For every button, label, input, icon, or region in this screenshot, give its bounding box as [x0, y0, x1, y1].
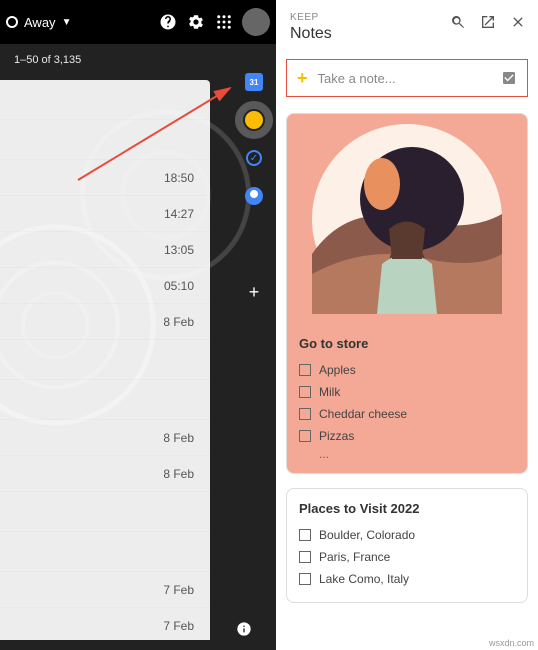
note-image — [287, 114, 527, 324]
checklist-item[interactable]: Cheddar cheese — [299, 403, 515, 425]
gmail-left-pane: Away ▼ 1–50 of 3,135 18:50 14:27 13:05 0… — [0, 0, 276, 650]
mail-row[interactable]: 14:27 — [0, 196, 210, 232]
mail-row[interactable] — [0, 80, 210, 120]
checkbox-icon[interactable] — [299, 364, 311, 376]
search-icon[interactable] — [450, 14, 466, 30]
mail-time: 14:27 — [164, 207, 194, 221]
checklist-item[interactable]: Boulder, Colorado — [299, 524, 515, 546]
checklist-item[interactable]: Apples — [299, 359, 515, 381]
note-body: Go to store Apples Milk Cheddar cheese P… — [287, 324, 527, 473]
tasks-icon[interactable] — [244, 148, 264, 168]
checkbox-icon[interactable] — [299, 430, 311, 442]
apps-grid-icon[interactable] — [214, 12, 234, 32]
contacts-icon[interactable] — [244, 186, 264, 206]
checkbox-icon[interactable] — [299, 573, 311, 585]
close-icon[interactable] — [510, 14, 526, 30]
checklist-item[interactable]: Pizzas — [299, 425, 515, 447]
checkbox-icon[interactable] — [299, 408, 311, 420]
checkbox-icon[interactable] — [299, 551, 311, 563]
mail-row[interactable] — [0, 120, 210, 160]
more-indicator: ... — [299, 447, 515, 461]
mail-row[interactable]: 13:05 — [0, 232, 210, 268]
avatar[interactable] — [242, 8, 270, 36]
mail-time: 8 Feb — [163, 467, 194, 481]
checkbox-icon[interactable] — [299, 386, 311, 398]
status-indicator-icon — [6, 16, 18, 28]
mail-row[interactable]: 05:10 — [0, 268, 210, 304]
keep-icon[interactable] — [244, 110, 264, 130]
chevron-down-icon: ▼ — [62, 17, 72, 28]
mail-time: 05:10 — [164, 279, 194, 293]
side-panel-rail: + — [240, 72, 268, 302]
keep-header: KEEP Notes — [276, 0, 538, 53]
calendar-icon[interactable] — [244, 72, 264, 92]
note-card[interactable]: 📌 Go to store Apples Milk Che — [286, 113, 528, 474]
watermark: wsxdn.com — [489, 638, 534, 648]
status-label: Away — [24, 15, 56, 30]
gmail-top-bar: Away ▼ — [0, 0, 276, 44]
open-external-icon[interactable] — [480, 14, 496, 30]
mail-list[interactable]: 18:50 14:27 13:05 05:10 8 Feb 8 Feb 8 Fe… — [0, 80, 210, 640]
help-icon[interactable] — [158, 12, 178, 32]
note-placeholder: Take a note... — [318, 71, 491, 86]
note-body: Places to Visit 2022 Boulder, Colorado P… — [287, 489, 527, 602]
mail-time: 7 Feb — [163, 619, 194, 633]
checklist-icon[interactable] — [501, 70, 517, 86]
checklist-item[interactable]: Paris, France — [299, 546, 515, 568]
mail-row[interactable] — [0, 340, 210, 380]
note-card[interactable]: Places to Visit 2022 Boulder, Colorado P… — [286, 488, 528, 603]
status-selector[interactable]: Away ▼ — [6, 15, 71, 30]
note-title: Go to store — [299, 336, 515, 351]
mail-row[interactable]: 8 Feb — [0, 456, 210, 492]
mail-time: 8 Feb — [163, 315, 194, 329]
mail-row[interactable]: 7 Feb — [0, 608, 210, 640]
checkbox-icon[interactable] — [299, 529, 311, 541]
take-note-input[interactable]: + Take a note... — [286, 59, 528, 97]
keep-panel: KEEP Notes + Take a note... 📌 — [276, 0, 538, 650]
mail-row[interactable]: 8 Feb — [0, 304, 210, 340]
mail-time: 7 Feb — [163, 583, 194, 597]
plus-icon: + — [297, 68, 308, 89]
notes-list[interactable]: 📌 Go to store Apples Milk Che — [276, 103, 538, 650]
mail-time: 8 Feb — [163, 431, 194, 445]
gear-icon[interactable] — [186, 12, 206, 32]
pagination-label: 1–50 of 3,135 — [14, 54, 81, 66]
mail-row[interactable]: 7 Feb — [0, 572, 210, 608]
mail-row[interactable]: 8 Feb — [0, 420, 210, 456]
mail-time: 13:05 — [164, 243, 194, 257]
info-icon[interactable] — [236, 621, 252, 642]
mail-row[interactable]: 18:50 — [0, 160, 210, 196]
add-app-icon[interactable]: + — [244, 282, 264, 302]
note-title: Places to Visit 2022 — [299, 501, 515, 516]
mail-row[interactable] — [0, 380, 210, 420]
checklist-item[interactable]: Lake Como, Italy — [299, 568, 515, 590]
mail-time: 18:50 — [164, 171, 194, 185]
checklist-item[interactable]: Milk — [299, 381, 515, 403]
mail-row[interactable] — [0, 532, 210, 572]
mail-row[interactable] — [0, 492, 210, 532]
